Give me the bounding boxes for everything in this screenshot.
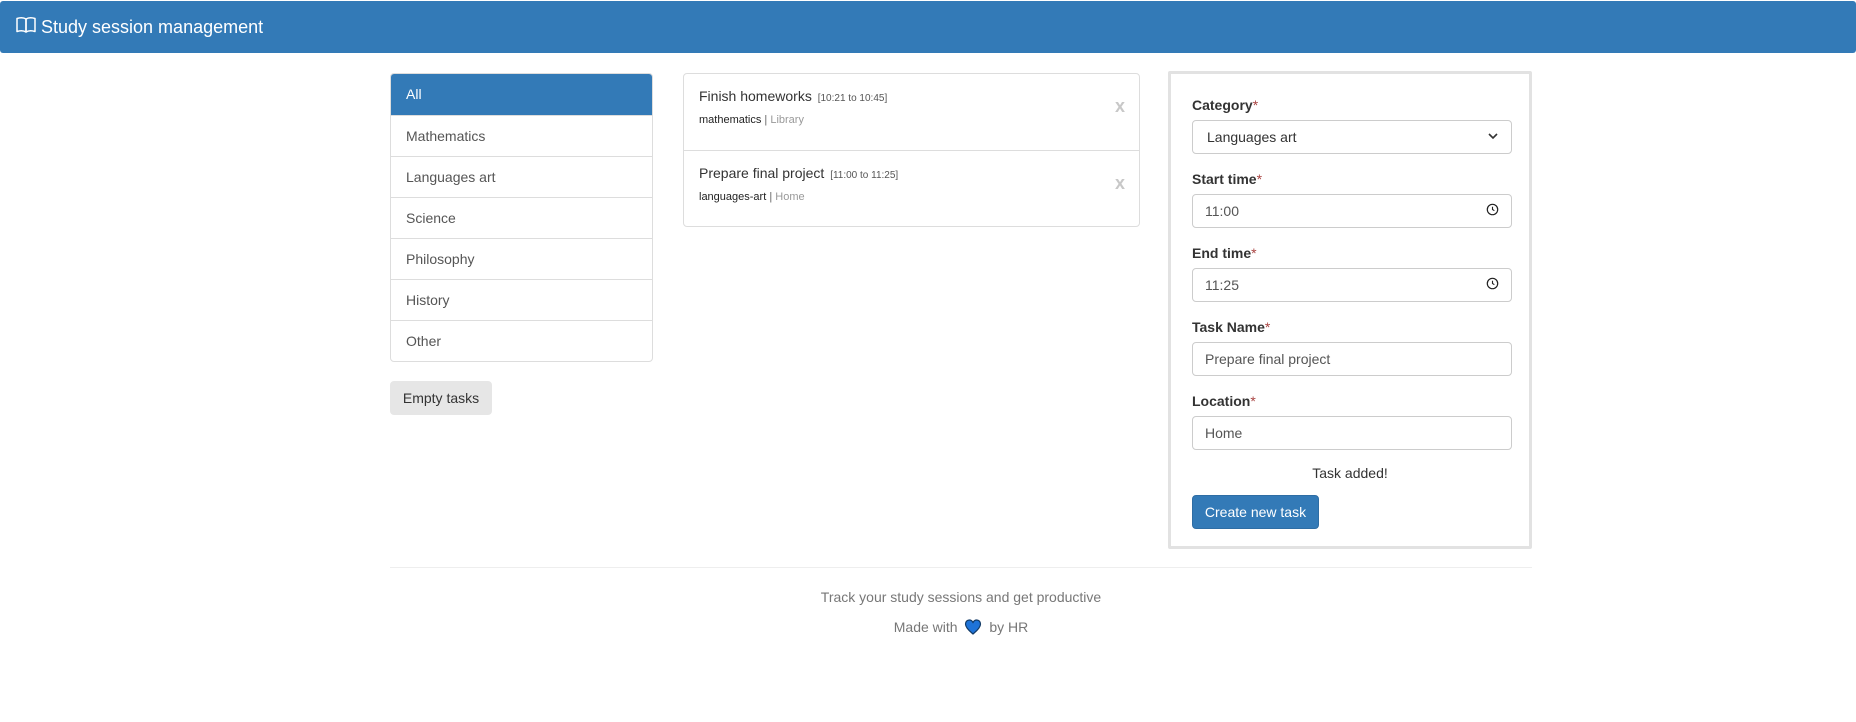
task-title-line: Finish homeworks [10:21 to 10:45] <box>699 88 1124 104</box>
footer-credit: Made with by HR <box>390 619 1532 638</box>
empty-tasks-button[interactable]: Empty tasks <box>390 381 492 415</box>
book-icon <box>16 16 41 39</box>
category-select-value: Languages art <box>1207 129 1297 145</box>
category-item-all[interactable]: All <box>391 74 652 115</box>
heart-icon <box>964 619 982 638</box>
location-label: Location* <box>1192 393 1256 409</box>
task-time-range: [11:00 to 11:25] <box>830 170 899 181</box>
top-navbar: Study session management <box>0 1 1856 53</box>
task-meta: languages-art | Home <box>699 191 1124 203</box>
task-name: Finish homeworks <box>699 88 812 104</box>
location-value: Home <box>1205 425 1243 441</box>
app-brand[interactable]: Study session management <box>16 16 263 39</box>
create-task-button[interactable]: Create new task <box>1192 495 1319 529</box>
required-mark: * <box>1256 171 1263 187</box>
clock-icon[interactable] <box>1486 277 1499 293</box>
category-item-history[interactable]: History <box>391 279 652 320</box>
end-time-input[interactable]: 11:25 <box>1192 268 1512 302</box>
task-name-value: Prepare final project <box>1205 351 1331 367</box>
task-item: Finish homeworks [10:21 to 10:45] mathem… <box>684 74 1139 150</box>
footer-divider <box>390 567 1532 568</box>
task-time-range: [10:21 to 10:45] <box>817 93 888 104</box>
start-time-label-text: Start time <box>1192 171 1257 187</box>
task-location: Library <box>770 114 804 126</box>
end-time-label-text: End time <box>1192 245 1252 261</box>
task-list: Finish homeworks [10:21 to 10:45] mathem… <box>683 73 1140 227</box>
task-location: Home <box>775 191 805 203</box>
app-title: Study session management <box>41 16 264 37</box>
start-time-value: 11:00 <box>1205 203 1239 219</box>
made-with-text: Made with <box>893 619 958 636</box>
task-item: Prepare final project [11:00 to 11:25] l… <box>684 150 1139 226</box>
required-mark: * <box>1250 393 1256 409</box>
category-item-other[interactable]: Other <box>391 320 652 361</box>
required-mark: * <box>1264 319 1271 335</box>
category-item-mathematics[interactable]: Mathematics <box>391 115 652 156</box>
remove-task-button[interactable]: x <box>1115 96 1125 117</box>
task-name-input[interactable]: Prepare final project <box>1192 342 1512 376</box>
task-name-label-text: Task Name <box>1192 319 1265 335</box>
category-select[interactable]: Languages art <box>1192 120 1512 154</box>
clock-icon[interactable] <box>1486 203 1499 219</box>
task-category: languages-art <box>699 191 767 203</box>
footer-tagline: Track your study sessions and get produc… <box>820 589 1102 605</box>
category-item-philosophy[interactable]: Philosophy <box>391 238 652 279</box>
end-time-label: End time* <box>1192 245 1257 261</box>
start-time-label: Start time* <box>1192 171 1262 187</box>
task-name-label: Task Name* <box>1192 319 1270 335</box>
task-meta: mathematics | Library <box>699 114 1124 126</box>
required-mark: * <box>1252 97 1259 113</box>
task-name: Prepare final project <box>699 165 825 181</box>
category-item-science[interactable]: Science <box>391 197 652 238</box>
task-title-line: Prepare final project [11:00 to 11:25] <box>699 165 1124 181</box>
category-list: All Mathematics Languages art Science Ph… <box>390 73 653 362</box>
task-separator: | <box>769 191 773 203</box>
chevron-down-icon <box>1487 129 1499 145</box>
category-item-languages-art[interactable]: Languages art <box>391 156 652 197</box>
status-message: Task added! <box>1312 465 1388 481</box>
end-time-value: 11:25 <box>1205 277 1239 293</box>
task-separator: | <box>764 114 768 126</box>
category-label: Category* <box>1192 97 1258 113</box>
remove-task-button[interactable]: x <box>1115 173 1125 194</box>
category-label-text: Category <box>1192 97 1253 113</box>
new-task-form: Category* Languages art Start time* 11:0… <box>1168 71 1532 549</box>
task-category: mathematics <box>699 114 762 126</box>
required-mark: * <box>1251 245 1257 261</box>
location-input[interactable]: Home <box>1192 416 1512 450</box>
by-author-text: by HR <box>989 619 1029 636</box>
start-time-input[interactable]: 11:00 <box>1192 194 1512 228</box>
location-label-text: Location <box>1192 393 1251 409</box>
